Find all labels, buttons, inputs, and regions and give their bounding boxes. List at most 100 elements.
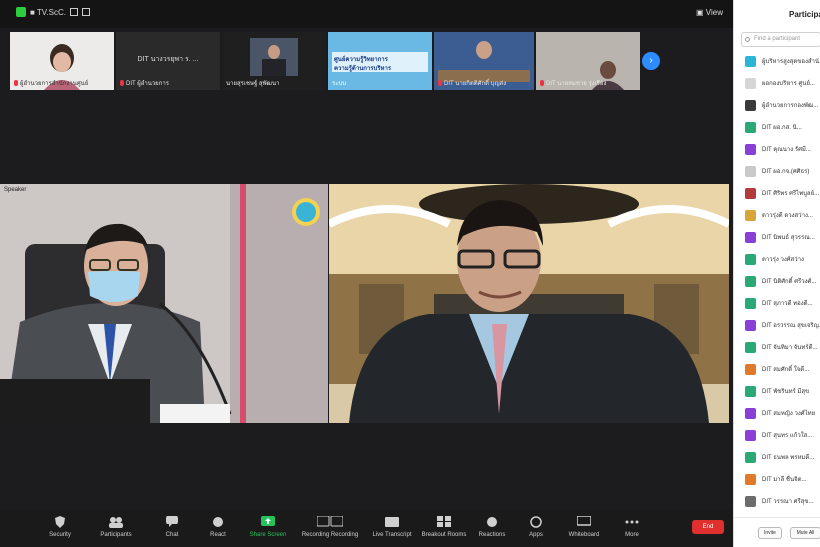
- participant-list-item[interactable]: DIT ธนพล พรหมดี...: [745, 450, 814, 464]
- video-thumbnail[interactable]: DIT นางวรยุพา ร. ... DIT ผู้อำนวยการ: [116, 32, 220, 90]
- people-icon: [86, 515, 146, 528]
- recording-button[interactable]: Recording Recording: [300, 515, 360, 538]
- participant-list-item[interactable]: DIT ศิริพร ศรีไพบูลย์...: [745, 186, 819, 200]
- tool-label: Share Screen: [249, 532, 287, 538]
- zoom-window: ■ TV.ScC. ▣ View ผู้อำนวยการสำนักงานศูนย…: [0, 0, 820, 547]
- avatar: [745, 187, 756, 199]
- tool-label: Live Transcript: [372, 532, 412, 538]
- avatar: [745, 77, 756, 89]
- participant-list-item[interactable]: DIT อรวรรณ สุขเจริญ...: [745, 318, 820, 332]
- tool-label: Recording Recording: [301, 532, 359, 538]
- participant-list-item[interactable]: DIT ผอ.กส. นิ...: [745, 120, 802, 134]
- live-transcript-button[interactable]: Live Transcript: [362, 515, 422, 538]
- cc-icon: [362, 515, 422, 528]
- mic-muted-icon: [540, 80, 544, 86]
- avatar: [745, 473, 756, 485]
- participant-name: DIT นิติศักดิ์ ศรีวงศ์...: [762, 279, 817, 285]
- next-page-icon[interactable]: ›: [642, 52, 660, 70]
- video-thumbnail[interactable]: DIT นายกิตติศักดิ์ บุญส่ง: [434, 32, 534, 90]
- participant-list-item[interactable]: DIT พัชรินทร์ มีสุข: [745, 384, 809, 398]
- mute-all-button[interactable]: Mute All: [790, 527, 820, 539]
- share-screen-button[interactable]: Share Screen: [238, 515, 298, 538]
- end-meeting-button[interactable]: End: [692, 520, 724, 534]
- window-icon: [81, 8, 90, 16]
- participant-name: DIT สมหญิง วงศ์ไทย: [762, 411, 816, 417]
- participants-button[interactable]: Participants: [86, 515, 146, 538]
- participant-name: DIT ผอ.กจ.(ศศิธร): [762, 169, 810, 175]
- participant-list-item[interactable]: DIT สุนทร แก้วใส...: [745, 428, 812, 442]
- avatar: [745, 275, 756, 287]
- participant-list-item[interactable]: DIT สมหญิง วงศ์ไทย: [745, 406, 815, 420]
- slide-line-2: ความรู้ด้านการบริหาร: [334, 66, 392, 72]
- participant-name: DIT นายสมชาย รุ่งเรือง: [546, 81, 607, 87]
- avatar: [745, 99, 756, 111]
- avatar: [745, 297, 756, 309]
- participant-list-item[interactable]: ผอกองบริหาร ศูนย์...: [745, 76, 815, 90]
- participant-list-item[interactable]: DIT วรรณา ศรีสุข...: [745, 494, 813, 508]
- avatar: [745, 341, 756, 353]
- participants-panel: Participants Find a participant ผู้บริหา…: [733, 0, 820, 547]
- mic-muted-icon: [438, 80, 442, 86]
- tool-label: More: [625, 532, 639, 538]
- participant-name: ผู้อำนวยการสำนักงานศูนย์: [20, 81, 89, 87]
- avatar: [745, 143, 756, 155]
- participant-name: DIT นายกิตติศักดิ์ บุญส่ง: [444, 81, 507, 87]
- video-thumbnail[interactable]: DIT นายสมชาย รุ่งเรือง: [536, 32, 640, 90]
- view-button[interactable]: ▣ View: [696, 8, 723, 17]
- avatar: [745, 451, 756, 463]
- participant-name: DIT สุภาวดี ทองดี...: [762, 301, 813, 307]
- share-screen-icon: [238, 515, 298, 528]
- participant-name: ระบบ: [332, 81, 347, 87]
- participant-name: ผู้อำนวยการกองพัฒ...: [762, 103, 819, 109]
- avatar: [745, 253, 756, 265]
- panel-footer: Invite Mute All: [734, 517, 820, 547]
- participant-list-item[interactable]: ผู้อำนวยการกองพัฒ...: [745, 98, 818, 112]
- mic-muted-icon: [14, 80, 18, 86]
- participant-name: DIT นิพนธ์ สุวรรณ...: [762, 235, 815, 241]
- participant-list-item[interactable]: DIT มาลี ชื่นจิต...: [745, 472, 806, 486]
- avatar: [745, 55, 756, 67]
- invite-button[interactable]: Invite: [758, 527, 782, 539]
- participant-list-item[interactable]: ผู้บริหารสูงสุดของสำนั...: [745, 54, 820, 68]
- security-button[interactable]: Security: [30, 515, 90, 538]
- avatar: [745, 407, 756, 419]
- video-thumbnail[interactable]: ผู้อำนวยการสำนักงานศูนย์: [10, 32, 114, 90]
- participant-list-item[interactable]: DIT คุณนาง รัศมี...: [745, 142, 811, 156]
- participant-video: [329, 184, 729, 423]
- participant-list-item[interactable]: DIT ผอ.กจ.(ศศิธร): [745, 164, 809, 178]
- video-tile-right[interactable]: [329, 184, 729, 423]
- participant-search-input[interactable]: Find a participant: [741, 32, 820, 47]
- participant-list-item[interactable]: DIT จันทิมา จันทร์ดี...: [745, 340, 817, 354]
- window-title: ■ TV.ScC.: [30, 7, 66, 17]
- avatar: [745, 385, 756, 397]
- participant-list-item[interactable]: DIT นิพนธ์ สุวรรณ...: [745, 230, 815, 244]
- tool-label: Participants: [100, 532, 132, 538]
- avatar: [745, 495, 756, 507]
- participant-list-item[interactable]: DIT นิติศักดิ์ ศรีวงศ์...: [745, 274, 816, 288]
- meeting-area: ■ TV.ScC. ▣ View ผู้อำนวยการสำนักงานศูนย…: [0, 0, 733, 547]
- participant-name: ดาวรุ่ง วงศ์สว่าง: [762, 257, 804, 263]
- search-icon: [745, 37, 750, 42]
- video-thumbnail[interactable]: ศูนย์ความรู้วิทยาการ ความรู้ด้านการบริหา…: [328, 32, 432, 90]
- participant-video: [0, 184, 328, 423]
- record-icon: [300, 515, 360, 528]
- meeting-info[interactable]: ■ TV.ScC.: [16, 7, 90, 17]
- video-tile-left[interactable]: Speaker: [0, 184, 328, 423]
- participant-name: DIT คุณนาง รัศมี...: [762, 147, 811, 153]
- video-thumbnail[interactable]: นายสุรเชษฐ์ สุพัฒนา: [222, 32, 326, 90]
- participant-name: DIT ผอ.กส. นิ...: [762, 125, 802, 131]
- participant-list-item[interactable]: DIT สุภาวดี ทองดี...: [745, 296, 813, 310]
- participant-name: DIT ธนพล พรหมดี...: [762, 455, 815, 461]
- participant-list-item[interactable]: DIT สมศักดิ์ ใจดี...: [745, 362, 809, 376]
- more-button[interactable]: More: [602, 515, 662, 538]
- shield-icon[interactable]: [16, 7, 26, 17]
- participant-list-item[interactable]: ดาวรุ่งดี ดวงสว่าง...: [745, 208, 813, 222]
- participant-list-item[interactable]: ดาวรุ่ง วงศ์สว่าง: [745, 252, 804, 266]
- participant-name: DIT จันทิมา จันทร์ดี...: [762, 345, 818, 351]
- thumbnail-strip: ผู้อำนวยการสำนักงานศูนย์ DIT นางวรยุพา ร…: [8, 32, 668, 90]
- avatar: [745, 209, 756, 221]
- panel-title: Participants: [789, 10, 820, 19]
- view-label: ▣ View: [696, 8, 723, 17]
- participant-name: ผู้บริหารสูงสุดของสำนั...: [762, 59, 820, 65]
- participant-name: DIT อรวรรณ สุขเจริญ...: [762, 323, 820, 329]
